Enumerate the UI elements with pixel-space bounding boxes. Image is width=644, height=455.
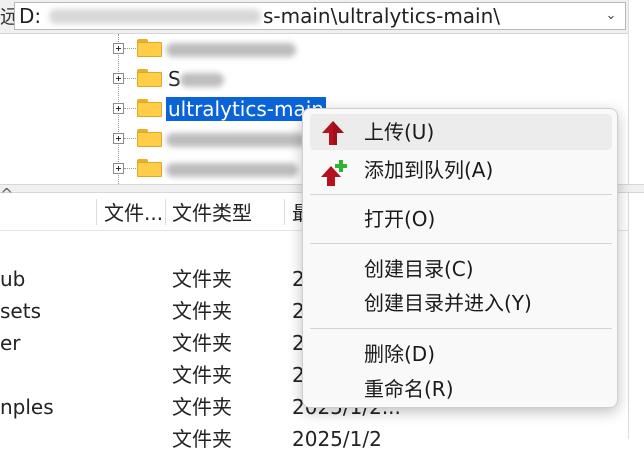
menu-item-open[interactable]: 打开(O) [310, 201, 612, 237]
context-menu: 上传(U) 添加到队列(A) 打开(O) 创建目录(C) 创建目录并进入(Y) … [302, 108, 618, 408]
tree-item-redacted [166, 163, 298, 177]
file-name: ub [0, 267, 26, 291]
upload-arrow-icon [320, 120, 346, 146]
add-to-queue-icon [320, 158, 347, 186]
file-type: 文件夹 [172, 395, 232, 419]
menu-item-rename[interactable]: 重命名(R) [310, 371, 612, 407]
tree-connector [124, 78, 136, 79]
tree-connector [124, 168, 136, 169]
menu-item-label: 上传(U) [364, 120, 435, 144]
tree-item-redacted [166, 43, 296, 57]
tree-connector [124, 138, 136, 139]
path-text: s-main\ultralytics-main\ [263, 4, 501, 28]
column-divider[interactable] [165, 199, 166, 225]
tree-connector [124, 108, 136, 109]
file-name: sets [0, 299, 41, 323]
path-drive-text: D: [19, 4, 42, 28]
menu-item-upload[interactable]: 上传(U) [310, 114, 612, 150]
menu-item-label: 创建目录(C) [364, 257, 474, 281]
folder-icon [137, 129, 162, 147]
file-date: 2025/1/2 [292, 427, 382, 451]
tree-item-redacted [166, 133, 306, 147]
file-type: 文件夹 [172, 331, 232, 355]
expand-icon[interactable] [113, 103, 124, 114]
tree-item[interactable] [0, 34, 620, 64]
folder-icon [137, 69, 162, 87]
menu-separator [310, 194, 612, 195]
menu-item-create-directory-and-enter[interactable]: 创建目录并进入(Y) [310, 285, 612, 321]
file-type: 文件夹 [172, 299, 232, 323]
menu-item-create-directory[interactable]: 创建目录(C) [310, 251, 612, 287]
tree-connector [124, 48, 136, 49]
menu-separator [310, 243, 612, 244]
menu-item-label: 打开(O) [364, 207, 436, 231]
file-type: 文件夹 [172, 363, 232, 387]
column-header-filesize[interactable]: 文件... [104, 193, 163, 230]
path-label: 远 [0, 6, 14, 28]
expand-icon[interactable] [113, 73, 124, 84]
tree-item[interactable]: S [0, 64, 620, 94]
menu-item-label: 删除(D) [364, 342, 436, 366]
file-name: er [0, 331, 21, 355]
expand-icon[interactable] [113, 163, 124, 174]
right-pane-edge [628, 193, 644, 439]
menu-item-delete[interactable]: 删除(D) [310, 336, 612, 372]
column-divider[interactable] [284, 199, 285, 225]
right-pane-edge [628, 0, 644, 185]
file-type: 文件夹 [172, 427, 232, 451]
menu-item-label: 创建目录并进入(Y) [364, 291, 532, 315]
menu-item-add-to-queue[interactable]: 添加到队列(A) [310, 152, 612, 188]
menu-separator [310, 328, 612, 329]
folder-icon [137, 159, 162, 177]
table-row[interactable]: 文件夹 2025/1/2 [0, 423, 628, 455]
chevron-down-icon[interactable]: ⌄ [599, 3, 623, 29]
tree-item-redacted [180, 73, 224, 87]
path-redacted [49, 9, 261, 24]
expand-icon[interactable] [113, 133, 124, 144]
path-bar: 远 D: s-main\ultralytics-main\ ⌄ [0, 0, 628, 34]
column-header-filetype[interactable]: 文件类型 [172, 193, 252, 230]
menu-item-label: 添加到队列(A) [364, 158, 494, 182]
column-divider[interactable] [96, 199, 97, 225]
file-name: nples [0, 395, 54, 419]
file-type: 文件夹 [172, 267, 232, 291]
folder-icon [137, 99, 162, 117]
expand-icon[interactable] [113, 43, 124, 54]
path-input[interactable]: D: s-main\ultralytics-main\ ⌄ [14, 2, 626, 30]
tree-item-label: S [168, 67, 181, 91]
menu-item-label: 重命名(R) [364, 377, 454, 401]
folder-icon [137, 39, 162, 57]
sort-caret-icon: ^ [0, 185, 14, 204]
